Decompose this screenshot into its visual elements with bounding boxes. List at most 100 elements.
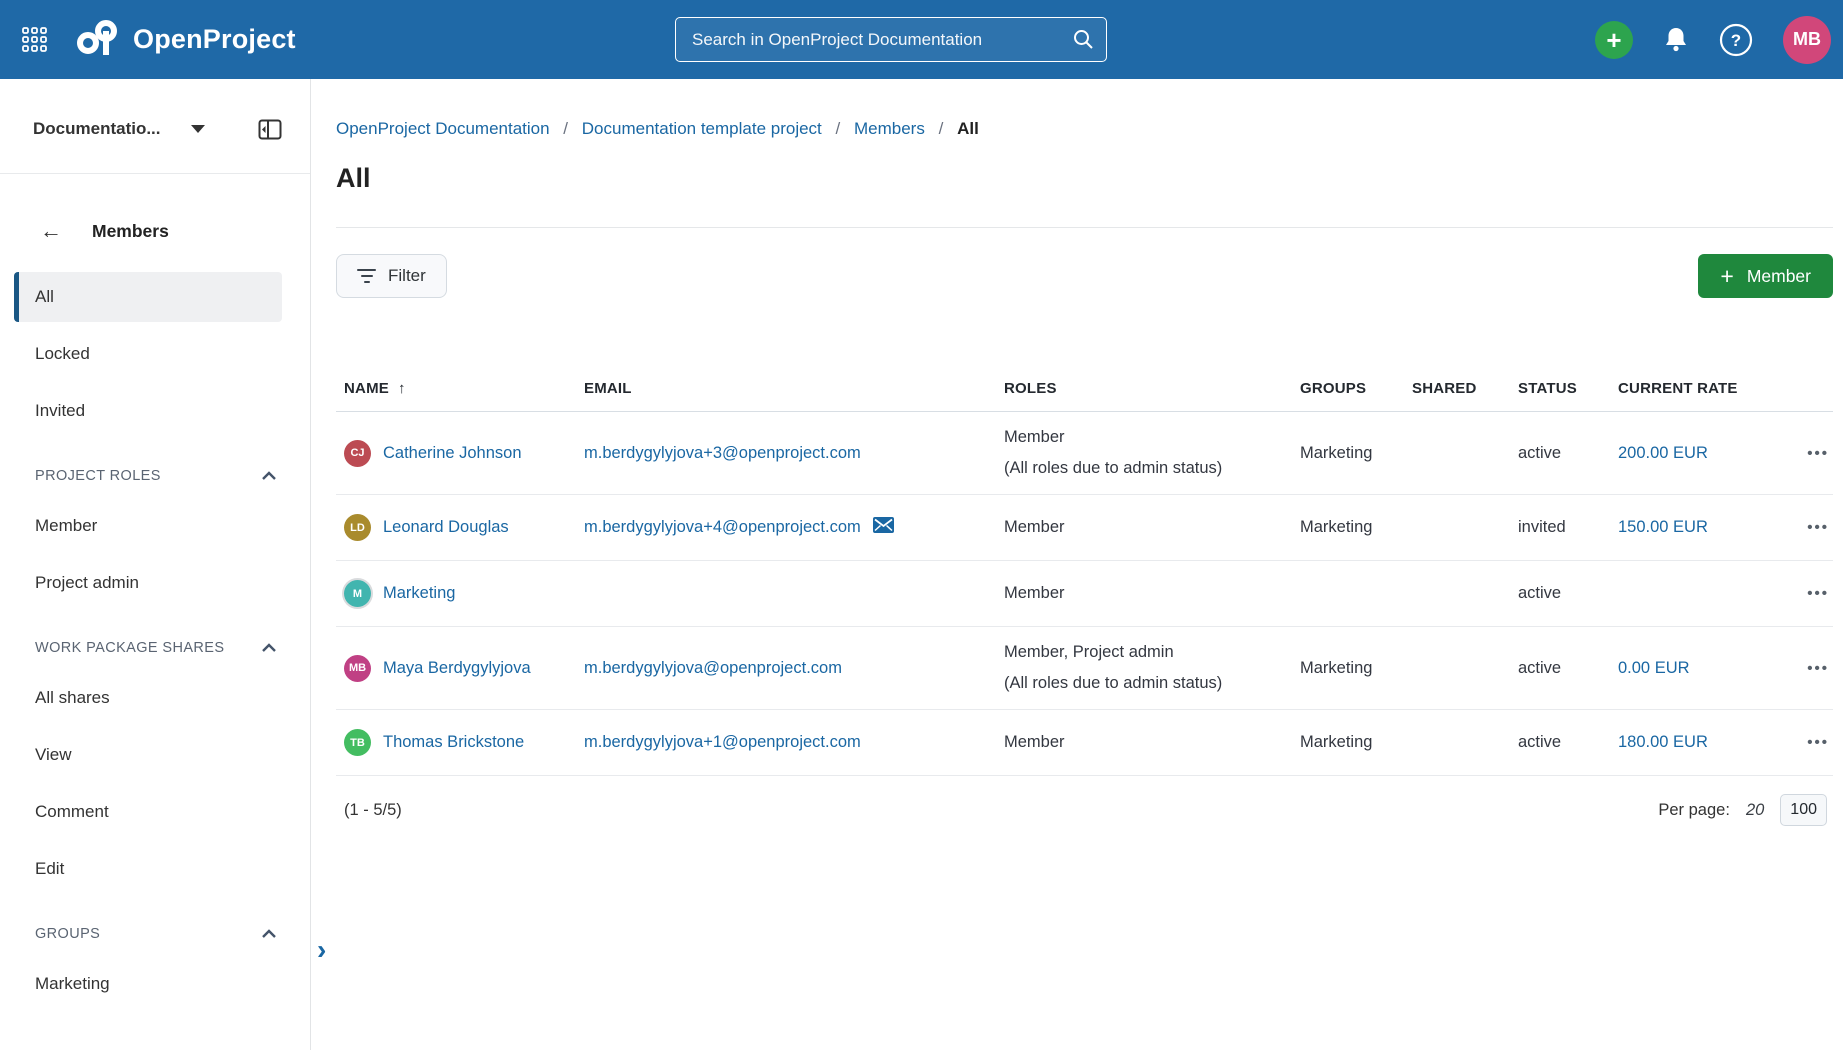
member-status: active (1510, 649, 1610, 688)
openproject-logo-icon (75, 18, 121, 61)
plus-icon: + (1606, 25, 1621, 55)
add-member-button[interactable]: + Member (1698, 254, 1833, 298)
notifications-bell-icon[interactable] (1663, 26, 1689, 53)
member-name-link[interactable]: Maya Berdygylyjova (383, 659, 531, 678)
sidebar-item-view[interactable]: View (0, 730, 310, 780)
search-icon[interactable] (1072, 28, 1095, 56)
member-email-link[interactable]: m.berdygylyjova@openproject.com (584, 659, 842, 678)
member-email-link[interactable]: m.berdygylyjova+4@openproject.com (584, 518, 861, 537)
resend-invitation-envelope-icon[interactable] (873, 517, 894, 538)
member-groups (1292, 584, 1404, 604)
row-actions-button[interactable]: ••• (1807, 445, 1829, 462)
row-actions-button[interactable]: ••• (1807, 519, 1829, 536)
member-roles-note: (All roles due to admin status) (1004, 668, 1284, 699)
plus-icon: + (1720, 265, 1733, 288)
column-header-roles[interactable]: ROLES (996, 380, 1292, 411)
breadcrumb-separator: / (836, 119, 841, 138)
sidebar-item-marketing[interactable]: Marketing (0, 959, 310, 1009)
section-work-package-shares: WORK PACKAGE SHARES (0, 623, 310, 673)
table-row: TB Thomas Brickstone m.berdygylyjova+1@o… (336, 710, 1833, 776)
chevron-up-icon[interactable] (261, 643, 277, 653)
help-icon[interactable]: ? (1719, 23, 1753, 57)
breadcrumb-link[interactable]: OpenProject Documentation (336, 119, 550, 138)
member-rate-link[interactable]: 150.00 EUR (1618, 518, 1708, 536)
member-shared (1404, 733, 1510, 753)
chevron-up-icon[interactable] (261, 929, 277, 939)
member-rate-link[interactable]: 200.00 EUR (1618, 444, 1708, 462)
sidebar-item-member[interactable]: Member (0, 501, 310, 551)
toolbar: Filter + Member (336, 254, 1833, 298)
sidebar-item-edit[interactable]: Edit (0, 844, 310, 894)
main-content: OpenProject Documentation / Documentatio… (311, 79, 1843, 1050)
filter-button-label: Filter (388, 266, 426, 286)
member-name-link[interactable]: Leonard Douglas (383, 518, 509, 537)
avatar: M (344, 580, 371, 607)
content-divider (336, 227, 1833, 228)
breadcrumb-link[interactable]: Members (854, 119, 925, 138)
member-groups: Marketing (1292, 649, 1404, 688)
table-row: LD Leonard Douglas m.berdygylyjova+4@ope… (336, 495, 1833, 561)
breadcrumb-current: All (957, 119, 979, 138)
pagination-bar: (1 - 5/5) Per page: 20 100 (336, 790, 1833, 830)
top-header: OpenProject + (0, 0, 1843, 79)
chevron-up-icon[interactable] (261, 471, 277, 481)
sidebar-item-all[interactable]: All (14, 272, 282, 322)
member-roles: Member, Project admin (1004, 637, 1284, 668)
column-header-shared[interactable]: SHARED (1404, 380, 1510, 411)
breadcrumb-separator: / (563, 119, 568, 138)
section-project-roles: PROJECT ROLES (0, 451, 310, 501)
back-arrow-icon[interactable]: ← (40, 218, 62, 244)
member-email-link[interactable]: m.berdygylyjova+3@openproject.com (584, 444, 861, 463)
collapse-sidebar-icon[interactable] (258, 119, 282, 140)
breadcrumb: OpenProject Documentation / Documentatio… (336, 119, 1833, 139)
per-page-label: Per page: (1658, 801, 1730, 820)
filter-button[interactable]: Filter (336, 254, 447, 298)
user-avatar[interactable]: MB (1783, 16, 1831, 64)
svg-text:?: ? (1731, 31, 1741, 50)
quick-add-button[interactable]: + (1595, 21, 1633, 59)
caret-down-icon[interactable] (191, 125, 205, 133)
breadcrumb-link[interactable]: Documentation template project (582, 119, 822, 138)
member-email-link[interactable]: m.berdygylyjova+1@openproject.com (584, 733, 861, 752)
project-selector[interactable]: Documentatio... (33, 115, 161, 143)
avatar: CJ (344, 440, 371, 467)
avatar: MB (344, 655, 371, 682)
column-header-email[interactable]: EMAIL (576, 380, 996, 411)
members-table-header: NAME↑ EMAIL ROLES GROUPS SHARED STATUS C… (336, 334, 1833, 412)
section-title: WORK PACKAGE SHARES (35, 640, 224, 656)
member-rate-link[interactable]: 180.00 EUR (1618, 733, 1708, 751)
sidebar-resize-chevron-icon[interactable]: › (317, 936, 326, 964)
sidebar-item-locked[interactable]: Locked (0, 329, 310, 379)
sidebar-item-project-admin[interactable]: Project admin (0, 558, 310, 608)
member-name-link[interactable]: Catherine Johnson (383, 444, 522, 463)
column-header-current-rate[interactable]: CURRENT RATE (1610, 380, 1786, 411)
member-shared (1404, 518, 1510, 538)
column-header-name[interactable]: NAME↑ (336, 380, 576, 411)
member-name-link[interactable]: Thomas Brickstone (383, 733, 524, 752)
page-title: All (336, 163, 1833, 195)
member-shared (1404, 584, 1510, 604)
member-status: active (1510, 574, 1610, 613)
app-grid-icon[interactable] (22, 27, 47, 52)
member-roles: Member (1004, 422, 1284, 453)
column-header-groups[interactable]: GROUPS (1292, 380, 1404, 411)
per-page-current[interactable]: 20 (1746, 801, 1764, 820)
avatar: TB (344, 729, 371, 756)
row-actions-button[interactable]: ••• (1807, 660, 1829, 677)
per-page-option-100[interactable]: 100 (1780, 794, 1827, 826)
row-actions-button[interactable]: ••• (1807, 585, 1829, 602)
openproject-logo[interactable]: OpenProject (75, 18, 296, 61)
row-actions-button[interactable]: ••• (1807, 734, 1829, 751)
column-header-status[interactable]: STATUS (1510, 380, 1610, 411)
sidebar-item-comment[interactable]: Comment (0, 787, 310, 837)
member-roles-note: (All roles due to admin status) (1004, 453, 1284, 484)
member-name-link[interactable]: Marketing (383, 584, 455, 603)
breadcrumb-separator: / (939, 119, 944, 138)
sidebar-item-invited[interactable]: Invited (0, 386, 310, 436)
member-rate-link[interactable]: 0.00 EUR (1618, 659, 1690, 677)
member-groups: Marketing (1292, 508, 1404, 547)
global-search-input[interactable] (675, 17, 1107, 62)
sidebar-item-all-shares[interactable]: All shares (0, 673, 310, 723)
member-status: active (1510, 723, 1610, 762)
member-status: active (1510, 434, 1610, 473)
